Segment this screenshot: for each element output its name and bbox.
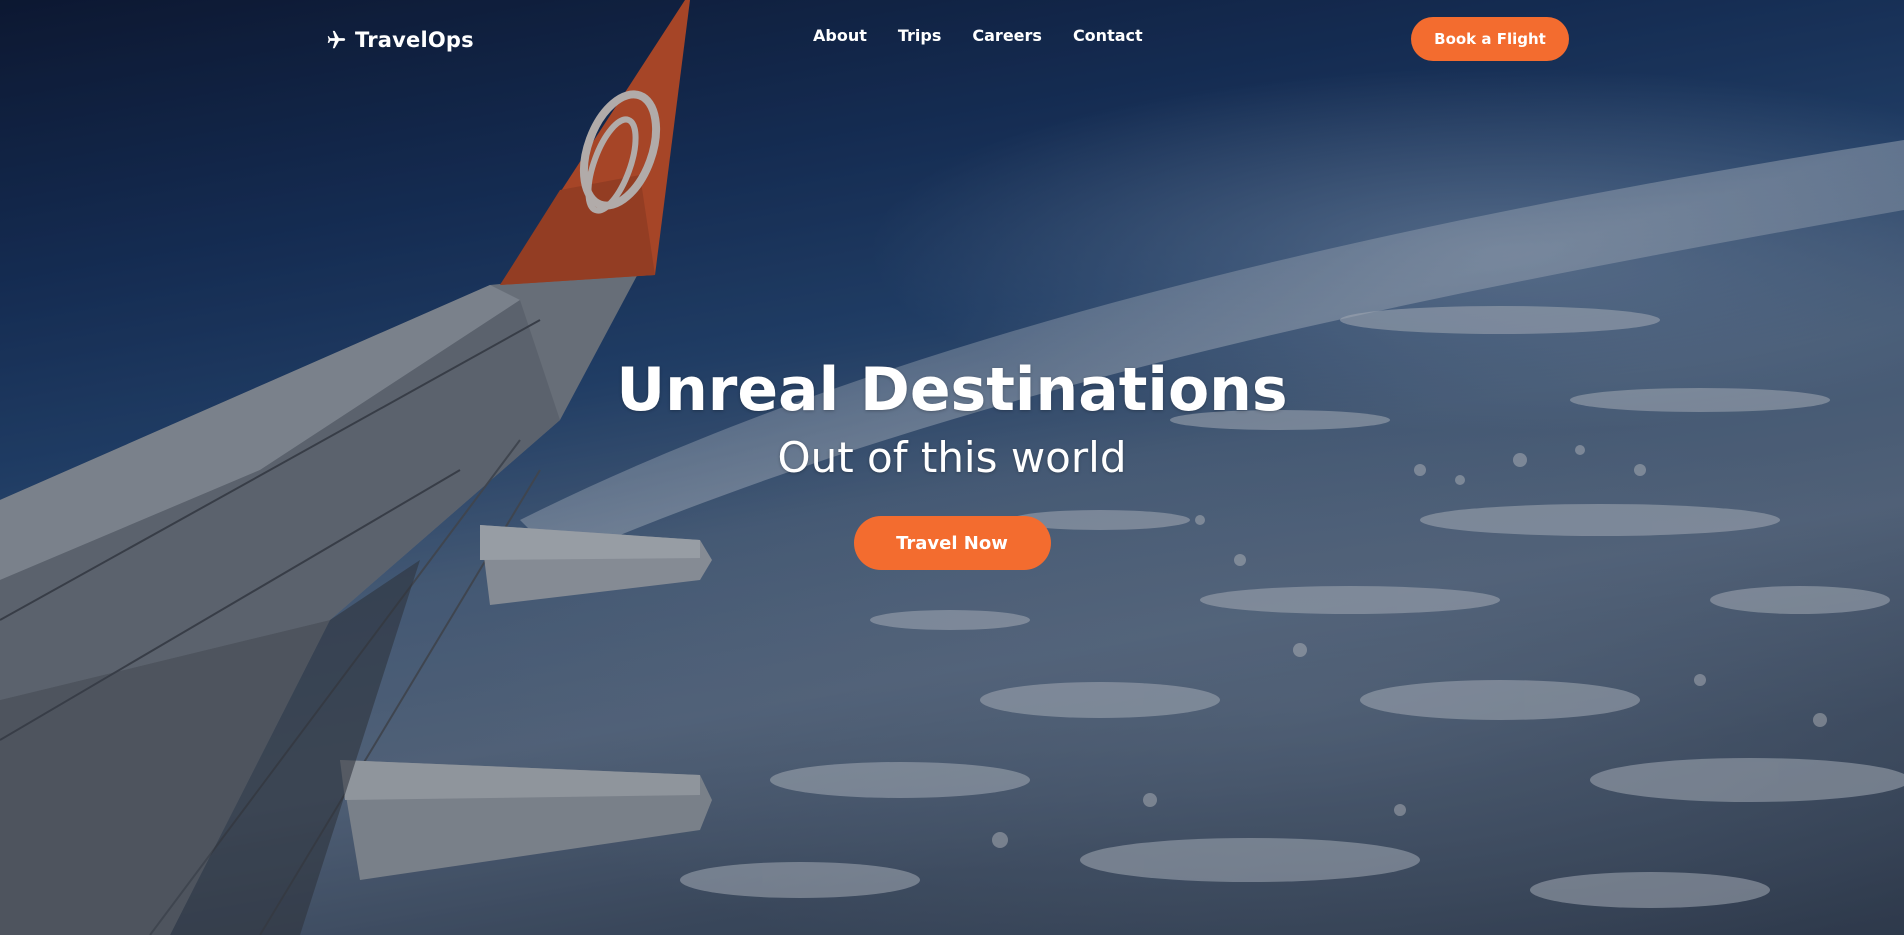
hero-content: Unreal Destinations Out of this world Tr… [0,352,1904,570]
travel-now-button[interactable]: Travel Now [853,516,1051,570]
book-flight-button[interactable]: Book a Flight [1411,17,1569,61]
brand-logo-link[interactable]: TravelOps [325,24,474,56]
top-navbar: TravelOps About Trips Careers Contact Bo… [0,0,1904,80]
nav-link-contact[interactable]: Contact [1073,26,1143,45]
nav-link-trips[interactable]: Trips [898,26,942,45]
hero-section: TravelOps About Trips Careers Contact Bo… [0,0,1904,935]
hero-subtitle: Out of this world [777,433,1127,482]
hero-title: Unreal Destinations [616,355,1288,425]
airplane-icon [325,29,347,51]
brand-name: TravelOps [355,28,474,52]
nav-links: About Trips Careers Contact [813,26,1143,45]
nav-link-careers[interactable]: Careers [972,26,1042,45]
nav-link-about[interactable]: About [813,26,867,45]
